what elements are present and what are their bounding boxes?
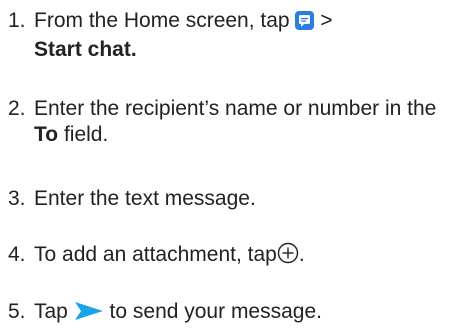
step-3: 3. Enter the text message.: [8, 186, 448, 212]
step-4: 4. To add an attachment, tap.: [8, 242, 448, 271]
step-body: Enter the recipient’s name or number in …: [34, 96, 448, 148]
step-body: Enter the text message.: [34, 186, 448, 212]
step-text-after: field.: [58, 123, 109, 146]
instruction-steps: 1. From the Home screen, tap > Start cha…: [0, 0, 451, 331]
step-text-after: .: [298, 243, 305, 266]
step-number: 1.: [8, 9, 26, 32]
step-number: 2.: [8, 97, 26, 120]
step-1: 1. From the Home screen, tap > Start cha…: [8, 8, 448, 63]
send-arrow-icon: [74, 301, 104, 328]
step-number: 5.: [8, 300, 26, 323]
step-body: From the Home screen, tap > Start chat.: [34, 8, 448, 63]
start-chat-label: Start chat.: [34, 38, 137, 61]
step-text-after: to send your message.: [103, 300, 322, 323]
step-text: From the Home screen, tap: [34, 9, 296, 32]
step-text: Enter the recipient’s name or number in …: [34, 97, 437, 120]
plus-circle-icon: [277, 242, 299, 271]
step-2: 2. Enter the recipient’s name or number …: [8, 96, 448, 148]
step-body: Tap to send your message.: [34, 299, 448, 328]
to-field-label: To: [34, 123, 59, 146]
step-body: To add an attachment, tap.: [34, 242, 448, 271]
step-number: 3.: [8, 187, 26, 210]
step-separator: >: [314, 9, 333, 32]
step-number: 4.: [8, 243, 26, 266]
step-text: Enter the text message.: [34, 187, 256, 210]
messages-app-icon: [295, 11, 315, 37]
step-text: To add an attachment, tap: [34, 243, 277, 266]
step-5: 5. Tap to send your message.: [8, 299, 448, 328]
step-text: Tap: [34, 300, 74, 323]
